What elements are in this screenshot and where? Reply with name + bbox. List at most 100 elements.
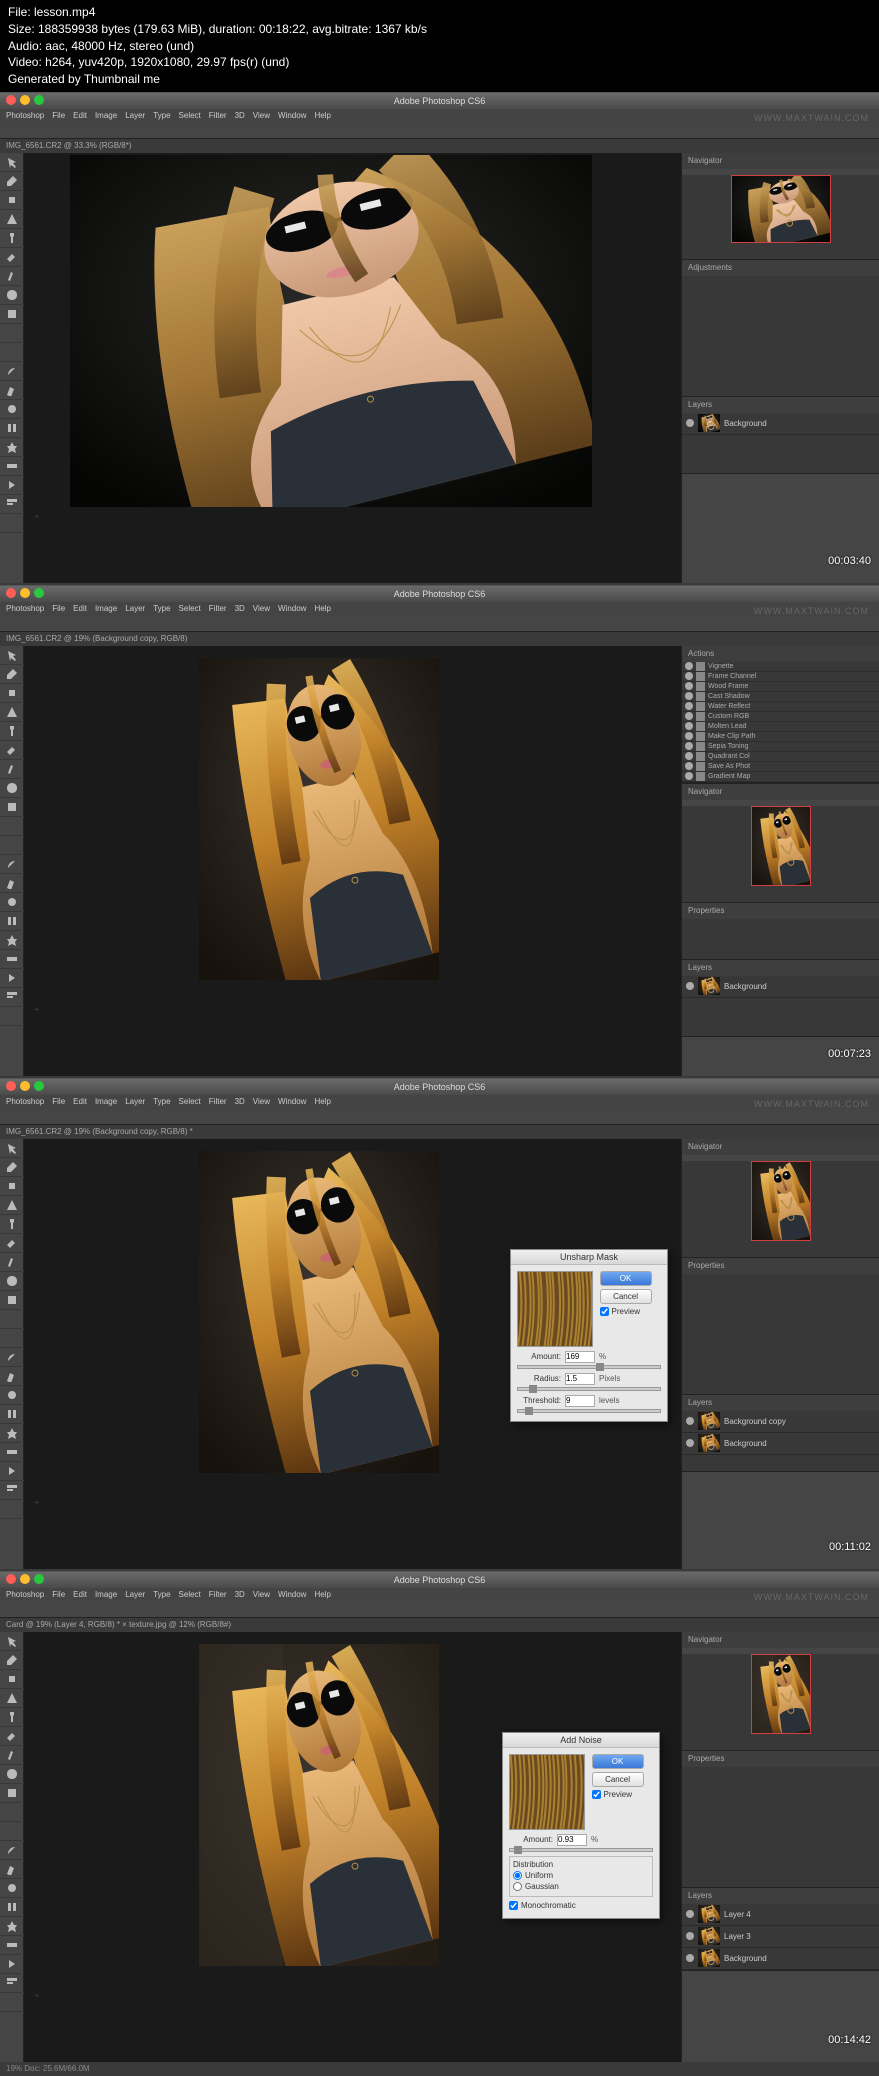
tool-button[interactable] [0,191,24,210]
action-item[interactable]: Make Clip Path [682,732,879,742]
panel-header[interactable]: Navigator [682,153,879,169]
options-bar[interactable] [0,1602,879,1618]
close-icon[interactable] [6,95,16,105]
canvas-area[interactable]: ✦ [24,153,681,583]
visibility-icon[interactable] [686,1932,694,1940]
adjustments-panel[interactable]: Adjustments [682,260,879,397]
menu-item[interactable]: Type [153,111,170,120]
menu-item[interactable]: Photoshop [6,1590,44,1599]
menu-bar[interactable]: PhotoshopFileEditImageLayerTypeSelectFil… [0,1588,879,1602]
visibility-icon[interactable] [685,662,693,670]
tool-button[interactable] [0,741,24,760]
layer-thumbnail[interactable] [698,414,720,432]
menu-item[interactable]: Filter [209,1097,227,1106]
action-item[interactable]: Water Reflect [682,702,879,712]
amount-slider[interactable] [509,1848,653,1852]
tool-button[interactable] [0,1651,24,1670]
tool-button[interactable] [0,1158,24,1177]
document-tab-bar[interactable]: IMG_6561.CR2 @ 19% (Background copy, RGB… [0,1125,879,1139]
menu-item[interactable]: Window [278,1097,306,1106]
menu-item[interactable]: 3D [235,1097,245,1106]
panel-header[interactable]: Navigator [682,1632,879,1648]
menu-item[interactable]: File [52,111,65,120]
visibility-icon[interactable] [685,672,693,680]
tool-button[interactable] [0,931,24,950]
navigator-thumbnail[interactable] [751,1654,811,1734]
document-tab-bar[interactable]: IMG_6561.CR2 @ 33.3% (RGB/8*) [0,139,879,153]
visibility-icon[interactable] [685,692,693,700]
layer-thumbnail[interactable] [698,977,720,995]
tool-button[interactable] [0,1670,24,1689]
tools-panel[interactable] [0,646,24,1076]
tool-button[interactable] [0,172,24,191]
layer-row[interactable]: Background [682,1948,879,1970]
minimize-icon[interactable] [20,588,30,598]
navigator-thumbnail[interactable] [751,1161,811,1241]
menu-item[interactable]: Edit [73,1590,87,1599]
tools-panel[interactable] [0,153,24,583]
menu-item[interactable]: Window [278,1590,306,1599]
menu-item[interactable]: Layer [125,111,145,120]
navigator-panel[interactable]: Navigator [682,1632,879,1751]
visibility-icon[interactable] [685,762,693,770]
menu-item[interactable]: Edit [73,604,87,613]
ok-button[interactable]: OK [600,1271,652,1286]
tool-button[interactable] [0,1139,24,1158]
close-icon[interactable] [6,1081,16,1091]
tools-panel[interactable] [0,1139,24,1569]
tool-button[interactable] [0,798,24,817]
menu-item[interactable]: Edit [73,111,87,120]
tool-button[interactable] [0,419,24,438]
layer-row[interactable]: Background [682,976,879,998]
visibility-icon[interactable] [685,742,693,750]
menu-item[interactable]: Photoshop [6,604,44,613]
panel-header[interactable]: Layers [682,1888,879,1904]
tool-button[interactable] [0,1500,24,1519]
tool-button[interactable] [0,1310,24,1329]
document-tab-bar[interactable]: Card @ 19% (Layer 4, RGB/8) * × texture.… [0,1618,879,1632]
action-item[interactable]: Quadrant Col [682,752,879,762]
panel-header[interactable]: Properties [682,1258,879,1274]
menu-item[interactable]: Image [95,604,117,613]
tool-button[interactable] [0,1424,24,1443]
uniform-radio[interactable]: Uniform [513,1871,649,1880]
menu-item[interactable]: View [253,111,270,120]
layer-thumbnail[interactable] [698,1434,720,1452]
menu-item[interactable]: Select [179,1097,201,1106]
zoom-icon[interactable] [34,1574,44,1584]
tool-button[interactable] [0,893,24,912]
tool-button[interactable] [0,1822,24,1841]
tool-button[interactable] [0,1746,24,1765]
canvas-image[interactable] [199,658,439,980]
action-item[interactable]: Vignette [682,662,879,672]
menu-item[interactable]: Photoshop [6,111,44,120]
layer-row[interactable]: Layer 4 [682,1904,879,1926]
tool-button[interactable] [0,1860,24,1879]
tool-button[interactable] [0,1253,24,1272]
tool-button[interactable] [0,1272,24,1291]
options-bar[interactable] [0,1109,879,1125]
tool-button[interactable] [0,760,24,779]
tool-button[interactable] [0,1765,24,1784]
tool-button[interactable] [0,495,24,514]
adjustments-panel[interactable]: Properties [682,903,879,960]
visibility-icon[interactable] [686,1910,694,1918]
tool-button[interactable] [0,1784,24,1803]
tool-button[interactable] [0,457,24,476]
menu-bar[interactable]: PhotoshopFileEditImageLayerTypeSelectFil… [0,109,879,123]
tool-button[interactable] [0,210,24,229]
tool-button[interactable] [0,912,24,931]
visibility-icon[interactable] [686,1954,694,1962]
menu-item[interactable]: Help [314,111,330,120]
panel-header[interactable]: Layers [682,397,879,413]
document-tab[interactable]: Card @ 19% (Layer 4, RGB/8) * × texture.… [6,1620,231,1629]
action-item[interactable]: Custom RGB [682,712,879,722]
action-item[interactable]: Frame Channel [682,672,879,682]
navigator-panel[interactable]: Navigator [682,1139,879,1258]
navigator-thumbnail[interactable] [751,806,811,886]
menu-item[interactable]: 3D [235,111,245,120]
menu-item[interactable]: Layer [125,604,145,613]
tool-button[interactable] [0,988,24,1007]
visibility-icon[interactable] [686,982,694,990]
menu-bar[interactable]: PhotoshopFileEditImageLayerTypeSelectFil… [0,1095,879,1109]
